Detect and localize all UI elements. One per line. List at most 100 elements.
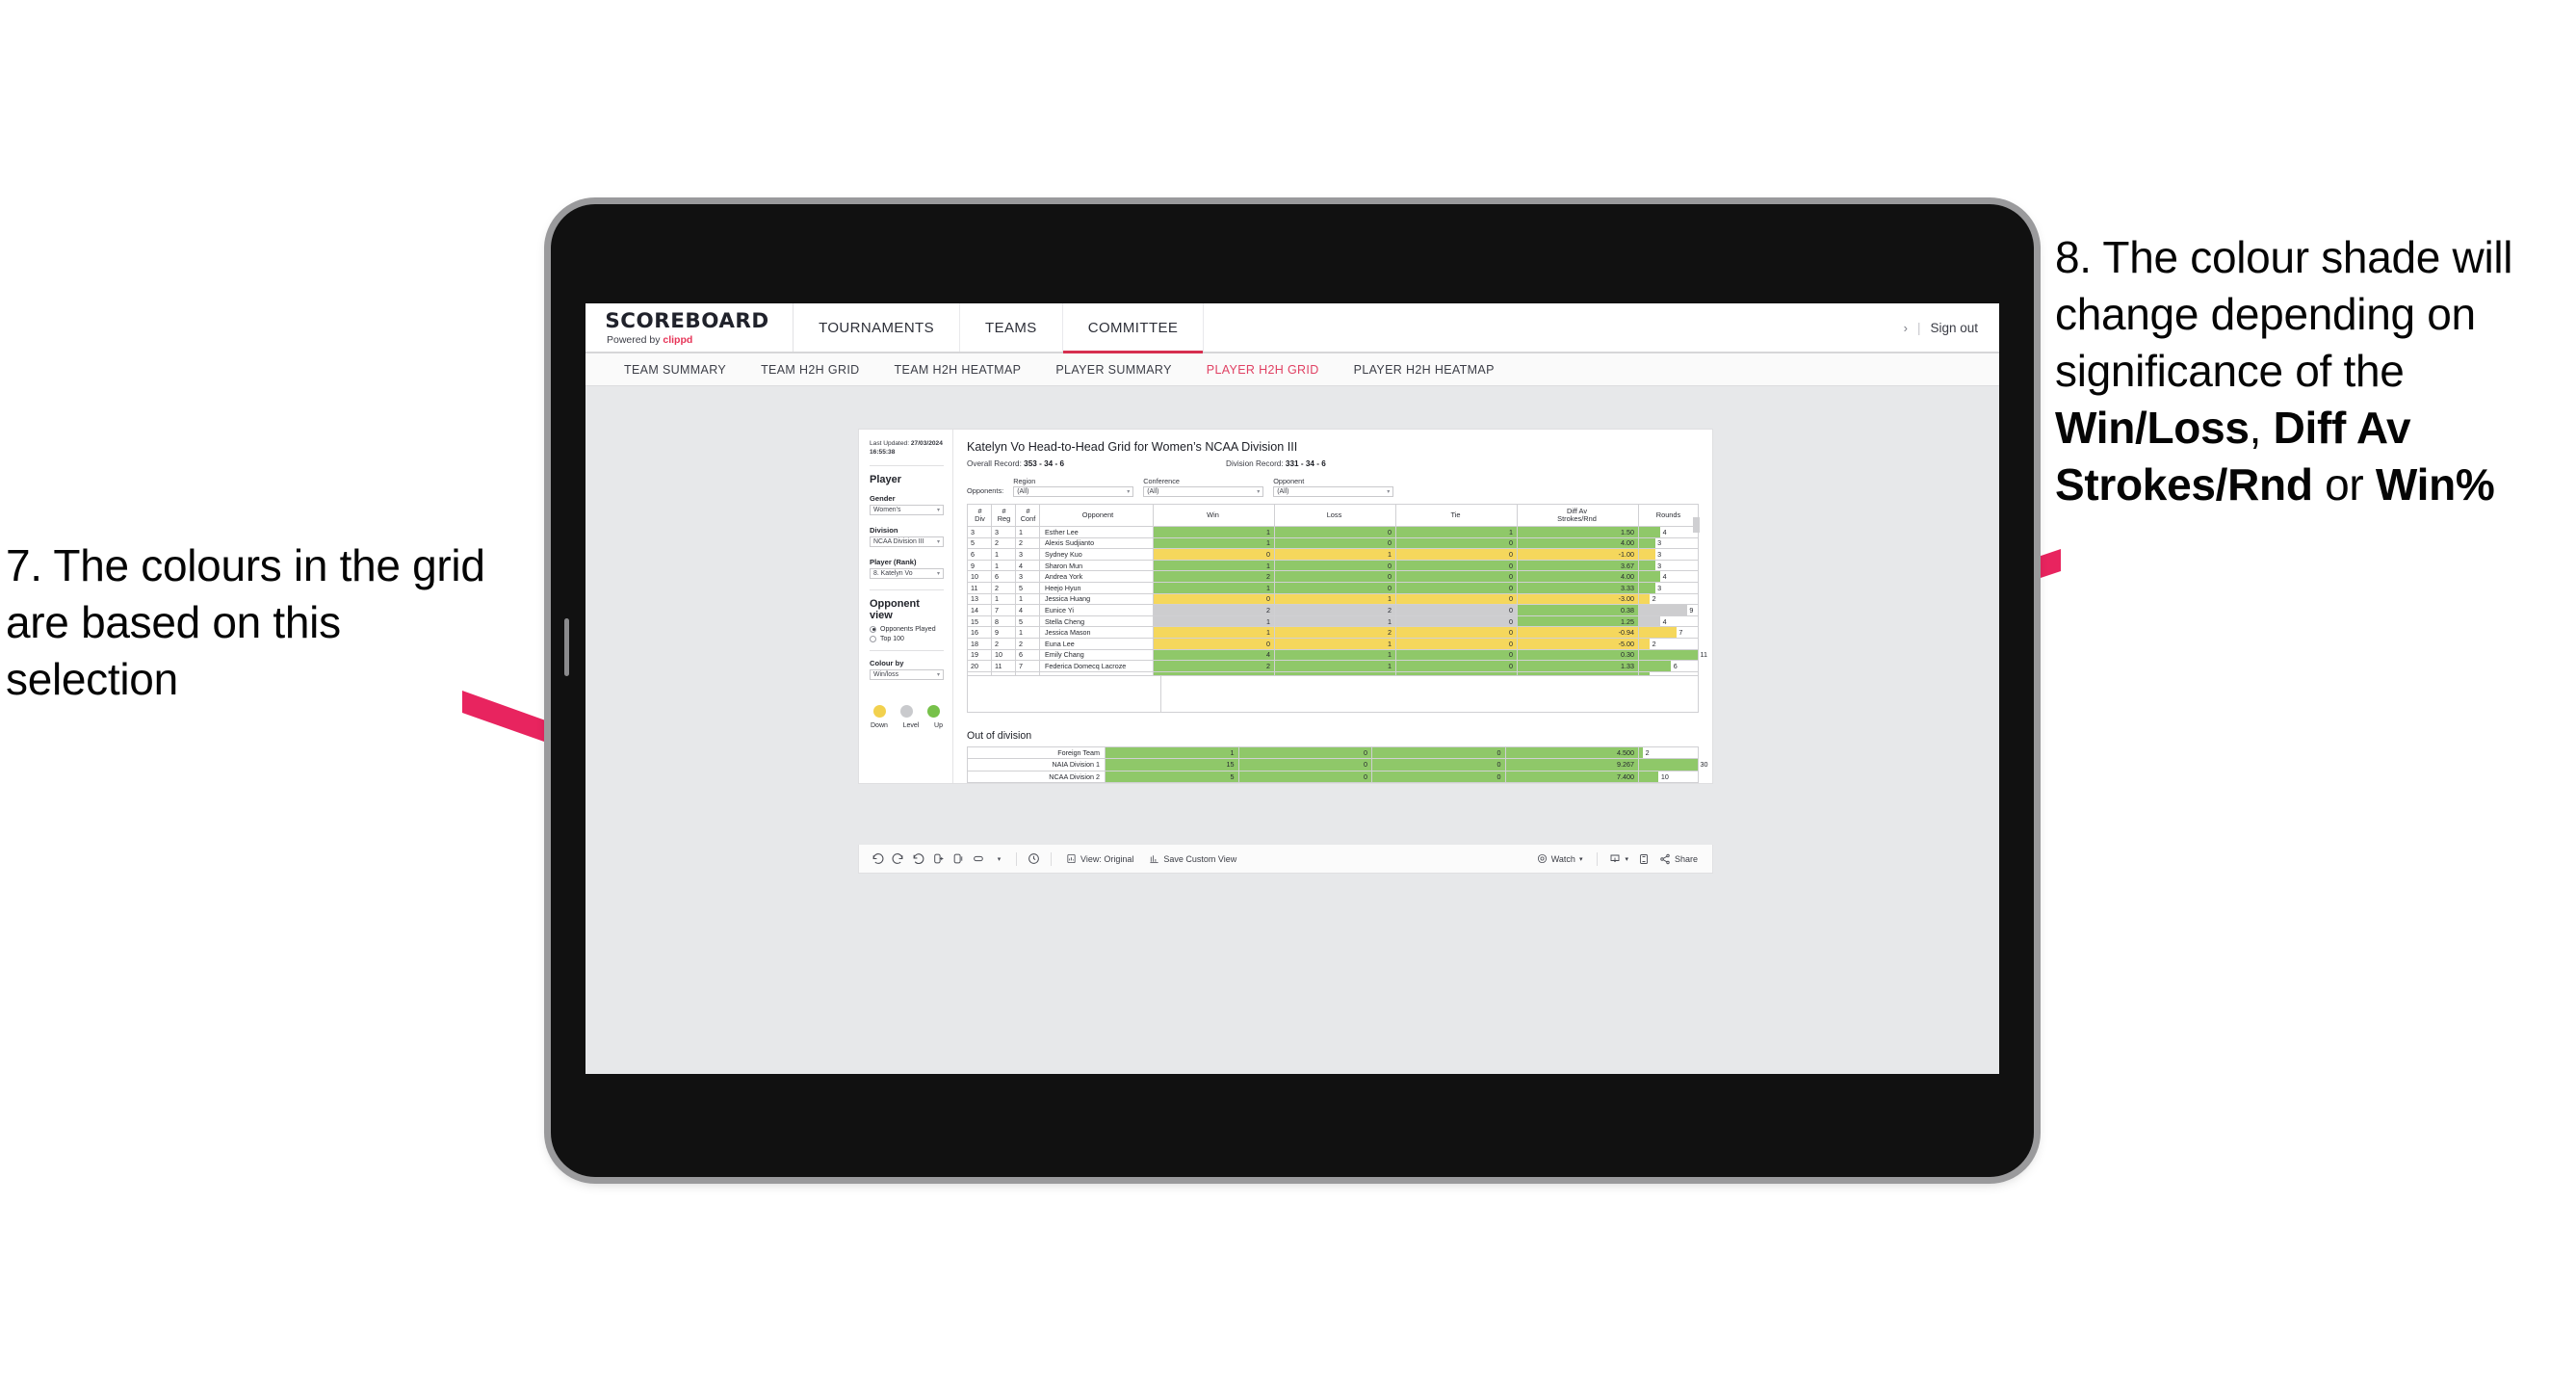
brand-logo[interactable]: SCOREBOARD Powered by clippd xyxy=(585,303,794,352)
cell-diff-av-strokes-rnd[interactable]: 0.38 xyxy=(1517,604,1639,616)
cell-opponent[interactable]: Emily Chang xyxy=(1039,648,1154,662)
out-of-division-cell[interactable]: 0 xyxy=(1237,758,1372,771)
cell-div[interactable]: 11 xyxy=(967,581,992,594)
out-of-division-cell-rounds[interactable]: 10 xyxy=(1638,770,1699,783)
cell-div[interactable]: 20 xyxy=(967,660,992,672)
cell-win[interactable]: 1 xyxy=(1153,581,1275,594)
column-header-div[interactable]: # Div xyxy=(967,504,992,527)
out-of-division-row[interactable]: NCAA Division 2 5 0 0 7.400 10 xyxy=(967,770,1699,783)
table-row[interactable]: 15 8 5 Stella Cheng 1 1 0 1.25 4 xyxy=(967,615,1699,628)
sub-tab-team-h2h-heatmap[interactable]: TEAM H2H HEATMAP xyxy=(877,363,1039,377)
cell-loss[interactable]: 2 xyxy=(1274,626,1396,639)
table-row[interactable]: 20 11 7 Federica Domecq Lacroze 2 1 0 1.33 6 xyxy=(967,660,1699,672)
cell-conf[interactable]: 2 xyxy=(1015,536,1040,550)
cell-tie[interactable]: 0 xyxy=(1395,570,1518,583)
highlight-icon[interactable] xyxy=(969,852,989,865)
cell-div[interactable]: 19 xyxy=(967,648,992,662)
cell-diff-av-strokes-rnd[interactable]: 3.33 xyxy=(1517,581,1639,594)
cell-diff-av-strokes-rnd[interactable]: 4.00 xyxy=(1517,570,1639,583)
undo-icon[interactable] xyxy=(868,852,888,865)
cell-reg[interactable]: 7 xyxy=(991,604,1016,616)
cell-tie[interactable]: 0 xyxy=(1395,559,1518,572)
sub-tab-player-summary[interactable]: PLAYER SUMMARY xyxy=(1038,363,1188,377)
column-header-win[interactable]: Win xyxy=(1153,504,1275,527)
cell-diff-av-strokes-rnd[interactable]: 3.67 xyxy=(1517,559,1639,572)
cell-rounds[interactable]: 7 xyxy=(1638,626,1699,639)
cell-loss[interactable]: 1 xyxy=(1274,637,1396,650)
table-row[interactable]: 18 2 2 Euna Lee 0 1 0 -5.00 2 xyxy=(967,637,1699,650)
cell-win[interactable]: 2 xyxy=(1153,660,1275,672)
cell-loss[interactable]: 1 xyxy=(1274,592,1396,606)
cell-loss[interactable]: 2 xyxy=(1274,604,1396,616)
cell-diff-av-strokes-rnd[interactable]: 1.50 xyxy=(1517,526,1639,538)
cell-conf[interactable]: 1 xyxy=(1015,592,1040,606)
cell-loss[interactable]: 0 xyxy=(1274,570,1396,583)
filter-opponent-select[interactable]: (All) ▾ xyxy=(1273,486,1394,497)
cell-conf[interactable]: 2 xyxy=(1015,637,1040,650)
save-custom-view-button[interactable]: Save Custom View xyxy=(1141,853,1244,864)
cell-reg[interactable]: 10 xyxy=(991,648,1016,662)
table-row[interactable]: 19 10 6 Emily Chang 4 1 0 0.30 11 xyxy=(967,648,1707,662)
nav-tab-teams[interactable]: TEAMS xyxy=(960,303,1063,352)
cell-rounds[interactable]: 4 xyxy=(1638,526,1699,538)
column-header-loss[interactable]: Loss xyxy=(1274,504,1396,527)
cell-conf[interactable]: 1 xyxy=(1015,526,1040,538)
share-button[interactable]: Share xyxy=(1654,853,1704,865)
fullscreen-button[interactable] xyxy=(1633,853,1654,865)
out-of-division-cell[interactable]: 0 xyxy=(1237,770,1372,783)
cell-opponent[interactable]: Heejo Hyun xyxy=(1039,581,1154,594)
cell-rounds[interactable]: 9 xyxy=(1638,604,1699,616)
vertical-scrollbar[interactable] xyxy=(1693,517,1700,533)
cell-conf[interactable]: 3 xyxy=(1015,570,1040,583)
table-row[interactable]: 16 9 1 Jessica Mason 1 2 0 -0.94 7 xyxy=(967,626,1699,639)
cell-reg[interactable]: 6 xyxy=(991,570,1016,583)
cell-rounds[interactable]: 3 xyxy=(1638,581,1699,594)
cell-div[interactable]: 10 xyxy=(967,570,992,583)
cell-tie[interactable]: 0 xyxy=(1395,592,1518,606)
column-header-reg[interactable]: # Reg xyxy=(991,504,1016,527)
player-rank-select[interactable]: 8. Katelyn Vo ▾ xyxy=(870,567,944,579)
cell-loss[interactable]: 1 xyxy=(1274,615,1396,628)
cell-diff-av-strokes-rnd[interactable]: 4.00 xyxy=(1517,536,1639,550)
out-of-division-row[interactable]: NAIA Division 1 15 0 0 9.267 30 xyxy=(967,758,1708,771)
cell-win[interactable]: 0 xyxy=(1153,548,1275,561)
cell-div[interactable]: 9 xyxy=(967,559,992,572)
cell-reg[interactable]: 1 xyxy=(991,592,1016,606)
cell-win[interactable]: 1 xyxy=(1153,559,1275,572)
out-of-division-cell[interactable]: NAIA Division 1 xyxy=(967,758,1106,771)
out-of-division-cell[interactable]: 7.400 xyxy=(1504,770,1639,783)
revert-icon[interactable] xyxy=(908,852,928,865)
radio-opponents-played[interactable]: Opponents Played xyxy=(870,625,944,633)
cell-tie[interactable]: 0 xyxy=(1395,581,1518,594)
table-row[interactable]: 11 2 5 Heejo Hyun 1 0 0 3.33 3 xyxy=(967,581,1699,594)
watch-button[interactable]: Watch ▾ xyxy=(1529,853,1591,864)
cell-reg[interactable]: 1 xyxy=(991,548,1016,561)
cell-tie[interactable]: 0 xyxy=(1395,536,1518,550)
cell-reg[interactable]: 8 xyxy=(991,615,1016,628)
cell-conf[interactable]: 7 xyxy=(1015,660,1040,672)
table-row[interactable]: 5 2 2 Alexis Sudjianto 1 0 0 4.00 3 xyxy=(967,536,1699,550)
chevron-down-icon[interactable]: ▾ xyxy=(989,855,1009,863)
table-row[interactable]: 13 1 1 Jessica Huang 0 1 0 -3.00 2 xyxy=(967,592,1699,606)
cell-opponent[interactable]: Jessica Huang xyxy=(1039,592,1154,606)
view-original-button[interactable]: View: Original xyxy=(1058,853,1141,864)
download-button[interactable]: ▾ xyxy=(1604,853,1633,865)
division-select[interactable]: NCAA Division III ▾ xyxy=(870,536,944,547)
cell-loss[interactable]: 0 xyxy=(1274,536,1396,550)
cell-conf[interactable]: 4 xyxy=(1015,604,1040,616)
cell-div[interactable]: 6 xyxy=(967,548,992,561)
cell-win[interactable]: 1 xyxy=(1153,626,1275,639)
out-of-division-cell[interactable]: 0 xyxy=(1371,758,1506,771)
cell-conf[interactable]: 5 xyxy=(1015,615,1040,628)
cell-win[interactable]: 2 xyxy=(1153,604,1275,616)
cell-rounds[interactable]: 4 xyxy=(1638,570,1699,583)
cell-div[interactable]: 5 xyxy=(967,536,992,550)
cell-opponent[interactable]: Eunice Yi xyxy=(1039,604,1154,616)
cell-diff-av-strokes-rnd[interactable]: 0.30 xyxy=(1517,648,1639,662)
cell-conf[interactable]: 3 xyxy=(1015,548,1040,561)
column-header-conf[interactable]: # Conf xyxy=(1015,504,1040,527)
cell-conf[interactable]: 5 xyxy=(1015,581,1040,594)
column-header-rounds[interactable]: Rounds xyxy=(1638,504,1699,527)
filter-region-select[interactable]: (All) ▾ xyxy=(1013,486,1134,497)
chevron-right-icon[interactable]: › xyxy=(1904,321,1908,335)
